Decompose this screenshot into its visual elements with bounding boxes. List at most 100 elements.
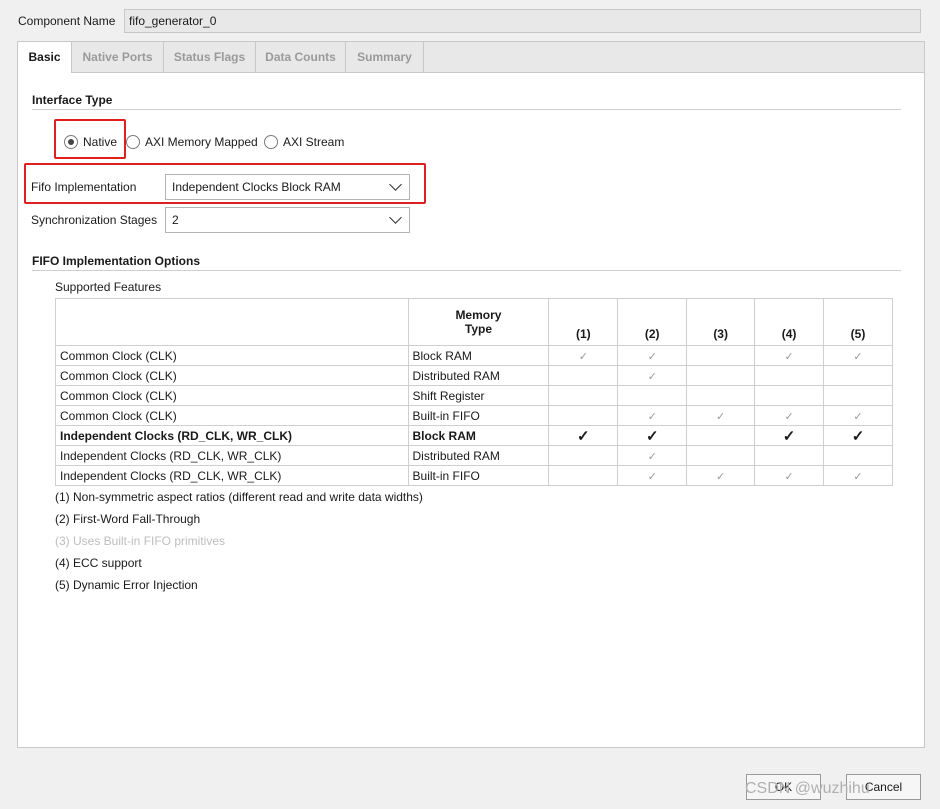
clock-cell: Independent Clocks (RD_CLK, WR_CLK) <box>55 425 409 446</box>
feature-cell: ✓ <box>617 445 688 466</box>
feature-cell <box>686 345 756 366</box>
header-feature-1: (1) <box>548 298 619 346</box>
header-feature-4: (4) <box>754 298 825 346</box>
clock-cell: Common Clock (CLK) <box>55 405 409 426</box>
radio-native-label: Native <box>83 135 118 149</box>
feature-cell: ✓ <box>686 465 756 486</box>
check-icon: ✓ <box>782 427 796 445</box>
fifo-implementation-label: Fifo Implementation <box>31 180 137 194</box>
note-1: (1) Non-symmetric aspect ratios (differe… <box>55 490 423 504</box>
feature-cell: ✓ <box>754 425 825 446</box>
feature-cell <box>823 445 893 466</box>
check-icon: ✓ <box>716 470 726 483</box>
memory-type-cell: Block RAM <box>407 345 550 366</box>
feature-cell: ✓ <box>617 405 688 426</box>
memory-type-cell: Built-in FIFO <box>407 465 550 486</box>
feature-cell: ✓ <box>548 425 619 446</box>
note-3: (3) Uses Built-in FIFO primitives <box>55 534 226 548</box>
clock-cell: Independent Clocks (RD_CLK, WR_CLK) <box>55 465 409 486</box>
clock-cell: Common Clock (CLK) <box>55 345 409 366</box>
supported-features-label: Supported Features <box>55 280 162 294</box>
check-icon: ✓ <box>784 470 794 483</box>
note-2: (2) First-Word Fall-Through <box>55 512 201 526</box>
check-icon: ✓ <box>851 427 865 445</box>
check-icon: ✓ <box>784 350 794 363</box>
sync-stages-label: Synchronization Stages <box>31 213 158 227</box>
check-icon: ✓ <box>578 350 588 363</box>
header-clock <box>55 298 409 346</box>
check-icon: ✓ <box>645 427 659 445</box>
feature-cell <box>548 465 619 486</box>
check-icon: ✓ <box>853 470 863 483</box>
check-icon: ✓ <box>853 350 863 363</box>
radio-native[interactable] <box>64 135 78 149</box>
feature-cell <box>686 385 756 406</box>
feature-cell <box>548 385 619 406</box>
header-feature-2: (2) <box>617 298 688 346</box>
feature-cell: ✓ <box>617 425 688 446</box>
tab-data-counts[interactable]: Data Counts <box>256 42 346 72</box>
table-row: Common Clock (CLK) Built-in FIFO ✓ ✓ ✓ ✓ <box>55 405 893 426</box>
feature-cell: ✓ <box>617 365 688 386</box>
note-5: (5) Dynamic Error Injection <box>55 578 198 592</box>
clock-cell: Common Clock (CLK) <box>55 385 409 406</box>
tab-native-ports[interactable]: Native Ports <box>72 42 164 72</box>
sync-stages-select[interactable]: 2 <box>165 207 410 233</box>
fifo-implementation-value: Independent Clocks Block RAM <box>172 180 341 194</box>
divider <box>32 270 901 271</box>
sync-stages-value: 2 <box>172 213 179 227</box>
check-icon: ✓ <box>647 450 657 463</box>
feature-cell: ✓ <box>823 345 893 366</box>
radio-axi-stream[interactable] <box>264 135 278 149</box>
table-row: Independent Clocks (RD_CLK, WR_CLK) Distr… <box>55 445 893 466</box>
feature-cell <box>754 385 825 406</box>
feature-cell <box>548 405 619 426</box>
check-icon: ✓ <box>647 470 657 483</box>
feature-cell: ✓ <box>617 465 688 486</box>
tab-status-flags[interactable]: Status Flags <box>164 42 256 72</box>
chevron-down-icon <box>389 211 402 224</box>
feature-cell: ✓ <box>754 405 825 426</box>
feature-cell: ✓ <box>754 345 825 366</box>
tab-summary[interactable]: Summary <box>346 42 424 72</box>
check-icon: ✓ <box>853 410 863 423</box>
feature-cell <box>686 365 756 386</box>
header-memory-type: Memory Type <box>407 298 550 346</box>
feature-cell: ✓ <box>754 465 825 486</box>
feature-cell <box>823 385 893 406</box>
check-icon: ✓ <box>647 350 657 363</box>
radio-axi-memory-mapped[interactable] <box>126 135 140 149</box>
feature-cell <box>617 385 688 406</box>
check-icon: ✓ <box>647 410 657 423</box>
feature-cell <box>548 445 619 466</box>
feature-cell <box>754 445 825 466</box>
note-4: (4) ECC support <box>55 556 142 570</box>
feature-cell <box>754 365 825 386</box>
chevron-down-icon <box>389 178 402 191</box>
feature-cell: ✓ <box>823 465 893 486</box>
check-icon: ✓ <box>784 410 794 423</box>
table-row: Common Clock (CLK) Block RAM ✓ ✓ ✓ ✓ <box>55 345 893 366</box>
fifo-implementation-select[interactable]: Independent Clocks Block RAM <box>165 174 410 200</box>
radio-axi-memory-mapped-label: AXI Memory Mapped <box>145 135 258 149</box>
check-icon: ✓ <box>577 427 590 445</box>
divider <box>32 109 901 110</box>
table-row: Common Clock (CLK) Distributed RAM ✓ <box>55 365 893 386</box>
feature-cell: ✓ <box>686 405 756 426</box>
component-name-input[interactable]: fifo_generator_0 <box>124 9 921 33</box>
memory-type-cell: Distributed RAM <box>407 445 550 466</box>
feature-cell <box>686 445 756 466</box>
feature-cell: ✓ <box>823 425 893 446</box>
tab-basic[interactable]: Basic <box>18 42 72 73</box>
table-header-row: Memory Type (1) (2) (3) (4) (5) <box>55 298 893 346</box>
table-row: Independent Clocks (RD_CLK, WR_CLK) Built… <box>55 465 893 486</box>
table-row: Independent Clocks (RD_CLK, WR_CLK) Block… <box>55 425 893 446</box>
interface-type-title: Interface Type <box>32 93 113 107</box>
memory-type-cell: Built-in FIFO <box>407 405 550 426</box>
clock-cell: Common Clock (CLK) <box>55 365 409 386</box>
table-row: Common Clock (CLK) Shift Register <box>55 385 893 406</box>
header-feature-5: (5) <box>823 298 893 346</box>
fifo-options-title: FIFO Implementation Options <box>32 254 200 268</box>
feature-cell <box>823 365 893 386</box>
features-table: Memory Type (1) (2) (3) (4) (5) Common Cl… <box>55 298 893 486</box>
